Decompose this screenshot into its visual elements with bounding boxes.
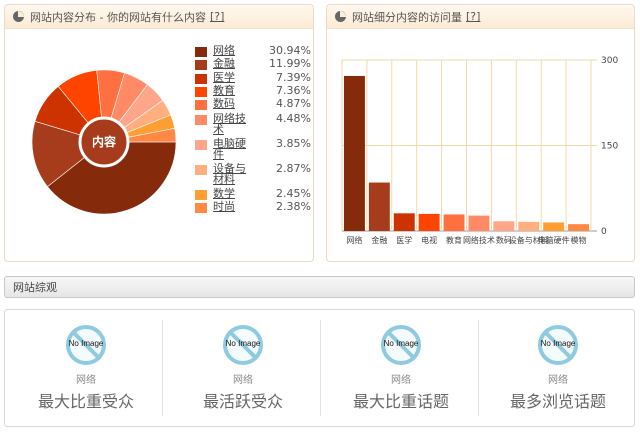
legend-swatch (195, 47, 207, 57)
bar[interactable] (468, 215, 490, 231)
no-image-label: No Image (383, 339, 419, 348)
legend-label[interactable]: 设备与材料 (213, 163, 251, 185)
overview-card-value[interactable]: 网络 (76, 371, 96, 386)
x-tick-label: 教育 (446, 235, 462, 245)
pie-chart-icon (13, 11, 24, 22)
legend-label[interactable]: 教育 (213, 85, 251, 96)
legend-swatch (195, 74, 207, 84)
bar[interactable] (568, 224, 590, 231)
legend-label[interactable]: 网络 (213, 45, 251, 56)
x-tick-label: 网络 (346, 235, 362, 245)
x-tick-label: 网络技术 (463, 235, 495, 245)
x-tick-label: 电脑硬件 (538, 235, 570, 245)
content-distribution-title: 网站内容分布 - 你的网站有什么内容 (30, 10, 206, 24)
no-image-icon: No Image (538, 325, 578, 365)
legend-percent: 30.94% (269, 44, 311, 57)
content-distribution-help-link[interactable]: [?] (210, 10, 224, 23)
no-image-icon: No Image (223, 325, 263, 365)
legend-item[interactable]: 数码 4.87% (195, 98, 311, 110)
x-tick-label: 金融 (371, 235, 387, 245)
no-image-label: No Image (225, 339, 261, 348)
no-image-icon: No Image (66, 325, 106, 365)
bar[interactable] (518, 221, 540, 231)
content-visits-title: 网站细分内容的访问量 (352, 10, 462, 24)
content-visits-help-link[interactable]: [?] (466, 10, 480, 23)
no-image-label: No Image (68, 339, 104, 348)
legend-label[interactable]: 数码 (213, 98, 251, 109)
legend-percent: 2.87% (276, 162, 311, 175)
bar[interactable] (343, 75, 365, 232)
legend-percent: 7.39% (276, 71, 311, 84)
legend-label[interactable]: 时尚 (213, 201, 251, 212)
content-visits-bar-chart: 网络 金融 医学 电视 教育 网络技术 数码设备与材料电脑硬件 模物 0150300 (341, 56, 618, 245)
legend-swatch (195, 203, 207, 213)
bar[interactable] (368, 182, 390, 231)
legend-swatch (195, 87, 207, 97)
overview-card-label: 最大比重受众 (37, 392, 134, 411)
x-tick-label: 模物 (571, 235, 587, 245)
bar[interactable] (443, 214, 465, 231)
legend-item[interactable]: 金融 11.99% (195, 58, 311, 70)
y-tick-label: 0 (601, 227, 607, 237)
overview-card-label: 最大比重话题 (352, 392, 449, 411)
no-image-label: No Image (540, 339, 576, 348)
legend-item[interactable]: 教育 7.36% (195, 85, 311, 97)
legend-label[interactable]: 网络技术 (213, 113, 251, 135)
legend-percent: 4.48% (276, 112, 311, 125)
legend-swatch (195, 100, 207, 110)
content-visits-header: 网站细分内容的访问量 [?] (327, 5, 634, 29)
overview-card-value[interactable]: 网络 (391, 371, 411, 386)
legend-swatch (195, 115, 207, 125)
pie-center-label[interactable]: 内容 (92, 134, 116, 149)
overview-card-most-viewed-topic: No Image 网络 最多浏览话题 (479, 320, 637, 416)
overview-card-top-topic: No Image 网络 最大比重话题 (322, 320, 480, 416)
legend-percent: 3.85% (276, 137, 311, 150)
legend-label[interactable]: 电脑硬件 (213, 138, 251, 160)
overview-card-active-audience: No Image 网络 最活跃受众 (164, 320, 322, 416)
legend-label[interactable]: 医学 (213, 72, 251, 83)
site-overview-panel: No Image 网络 最大比重受众 No Image 网络 最活跃受众 No … (4, 309, 635, 427)
bar[interactable] (493, 221, 515, 231)
bar[interactable] (543, 222, 565, 231)
content-distribution-header: 网站内容分布 - 你的网站有什么内容 [?] (5, 5, 313, 29)
legend-item[interactable]: 网络 30.94% (195, 45, 311, 57)
bar[interactable] (418, 213, 440, 231)
bar[interactable] (393, 213, 415, 231)
legend-percent: 4.87% (276, 97, 311, 110)
legend-item[interactable]: 医学 7.39% (195, 72, 311, 84)
legend-item[interactable]: 电脑硬件 3.85% (195, 138, 311, 160)
legend-item[interactable]: 设备与材料 2.87% (195, 163, 311, 185)
card-divider (162, 320, 163, 416)
overview-card-value[interactable]: 网络 (548, 371, 568, 386)
y-tick-label: 300 (601, 56, 618, 66)
x-tick-label: 医学 (396, 235, 412, 245)
overview-card-value[interactable]: 网络 (233, 371, 253, 386)
overview-card-label: 最活跃受众 (202, 392, 283, 411)
site-overview-header: 网站综观 (4, 276, 635, 298)
legend-item[interactable]: 网络技术 4.48% (195, 113, 311, 135)
legend-item[interactable]: 时尚 2.38% (195, 201, 311, 213)
legend-item[interactable]: 数学 2.45% (195, 188, 311, 200)
site-overview-title: 网站综观 (13, 281, 57, 294)
card-divider (320, 320, 321, 416)
legend-swatch (195, 165, 207, 175)
legend-label[interactable]: 金融 (213, 58, 251, 69)
pie-chart-icon (335, 11, 346, 22)
legend-percent: 2.45% (276, 187, 311, 200)
legend-percent: 2.38% (276, 200, 311, 213)
legend-percent: 11.99% (269, 57, 311, 70)
legend-swatch (195, 60, 207, 70)
legend-label[interactable]: 数学 (213, 188, 251, 199)
overview-card-top-audience: No Image 网络 最大比重受众 (7, 320, 165, 416)
x-tick-label: 电视 (421, 235, 437, 245)
legend-swatch (195, 140, 207, 150)
overview-card-label: 最多浏览话题 (509, 392, 606, 411)
no-image-icon: No Image (381, 325, 421, 365)
content-distribution-panel: 网站内容分布 - 你的网站有什么内容 [?] 内容 网络 30.94% 金融 11.9… (4, 4, 314, 262)
y-tick-label: 150 (601, 142, 618, 152)
legend-percent: 7.36% (276, 84, 311, 97)
legend-swatch (195, 190, 207, 200)
content-pie-chart: 内容 (31, 69, 177, 215)
content-visits-panel: 网站细分内容的访问量 [?] 网络 金融 医学 电视 教育 网络技术 数码 设备与材料 电脑硬件… (326, 4, 635, 262)
